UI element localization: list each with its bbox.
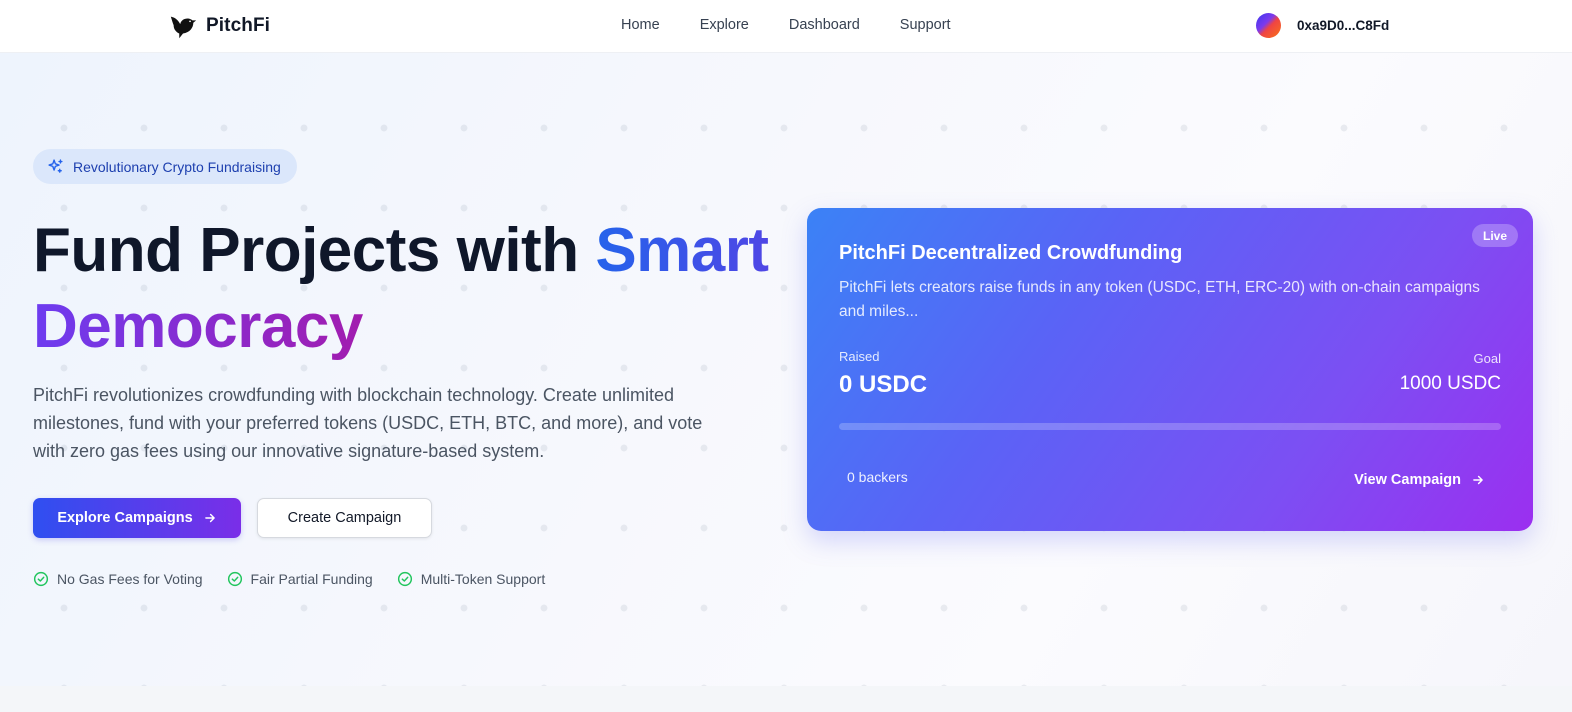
feature-label: Multi-Token Support — [420, 571, 546, 587]
explore-campaigns-button[interactable]: Explore Campaigns — [33, 498, 241, 538]
create-campaign-button[interactable]: Create Campaign — [257, 498, 432, 538]
headline-highlight-smart: Smart — [595, 216, 769, 285]
view-campaign-button[interactable]: View Campaign — [1354, 472, 1485, 488]
hero-section: Revolutionary Crypto Fundraising Fund Pr… — [0, 53, 1572, 686]
hero-badge-label: Revolutionary Crypto Fundraising — [73, 158, 281, 175]
feature-item: No Gas Fees for Voting — [33, 571, 203, 587]
nav-home[interactable]: Home — [621, 17, 660, 33]
sparkles-icon — [48, 159, 63, 173]
brand[interactable]: PitchFi — [168, 11, 270, 41]
nav-explore[interactable]: Explore — [700, 17, 749, 33]
wallet-avatar — [1256, 13, 1281, 38]
goal-amount: 1000 USDC — [1399, 373, 1501, 394]
feature-label: No Gas Fees for Voting — [57, 571, 203, 587]
create-campaign-label: Create Campaign — [287, 510, 402, 526]
feature-list: No Gas Fees for Voting Fair Partial Fund… — [33, 571, 545, 587]
headline-text: Fund Projects with — [33, 216, 596, 285]
funding-progress-bar — [839, 423, 1501, 430]
check-circle-icon — [397, 571, 412, 587]
campaign-description: PitchFi lets creators raise funds in any… — [839, 279, 1480, 320]
backers-count: 0 backers — [847, 469, 908, 485]
nav-support[interactable]: Support — [900, 17, 951, 33]
top-navbar: PitchFi Home Explore Dashboard Support 0… — [0, 0, 1572, 53]
arrow-right-icon — [204, 513, 215, 523]
next-section-edge — [0, 686, 1572, 712]
feature-label: Fair Partial Funding — [250, 571, 373, 587]
brand-name: PitchFi — [206, 15, 271, 36]
arrow-right-icon — [1473, 475, 1483, 485]
wallet-address: 0xa9D0...C8Fd — [1297, 18, 1390, 33]
view-campaign-label: View Campaign — [1354, 472, 1461, 488]
explore-campaigns-label: Explore Campaigns — [57, 510, 193, 526]
raised-label: Raised — [839, 349, 880, 364]
nav-dashboard[interactable]: Dashboard — [789, 17, 860, 33]
feature-item: Multi-Token Support — [397, 571, 546, 587]
main-nav: Home Explore Dashboard Support — [621, 17, 991, 33]
headline-highlight-democracy: Democracy — [33, 292, 363, 361]
hero-badge: Revolutionary Crypto Fundraising — [33, 149, 297, 184]
bird-logo-icon — [170, 16, 197, 39]
check-circle-icon — [227, 571, 242, 587]
campaign-title: PitchFi Decentralized Crowdfunding — [839, 242, 1183, 264]
check-circle-icon — [33, 571, 49, 587]
hero-headline: Fund Projects with Smart Democracy — [33, 213, 793, 365]
hero-description: PitchFi revolutionizes crowdfunding with… — [33, 385, 703, 461]
raised-amount: 0 USDC — [839, 371, 928, 398]
live-status-badge: Live — [1471, 224, 1518, 247]
featured-campaign-card[interactable]: Live PitchFi Decentralized Crowdfunding … — [807, 208, 1533, 531]
feature-item: Fair Partial Funding — [227, 571, 373, 587]
wallet-button[interactable]: 0xa9D0...C8Fd — [1256, 13, 1389, 38]
goal-label: Goal — [1473, 351, 1501, 366]
